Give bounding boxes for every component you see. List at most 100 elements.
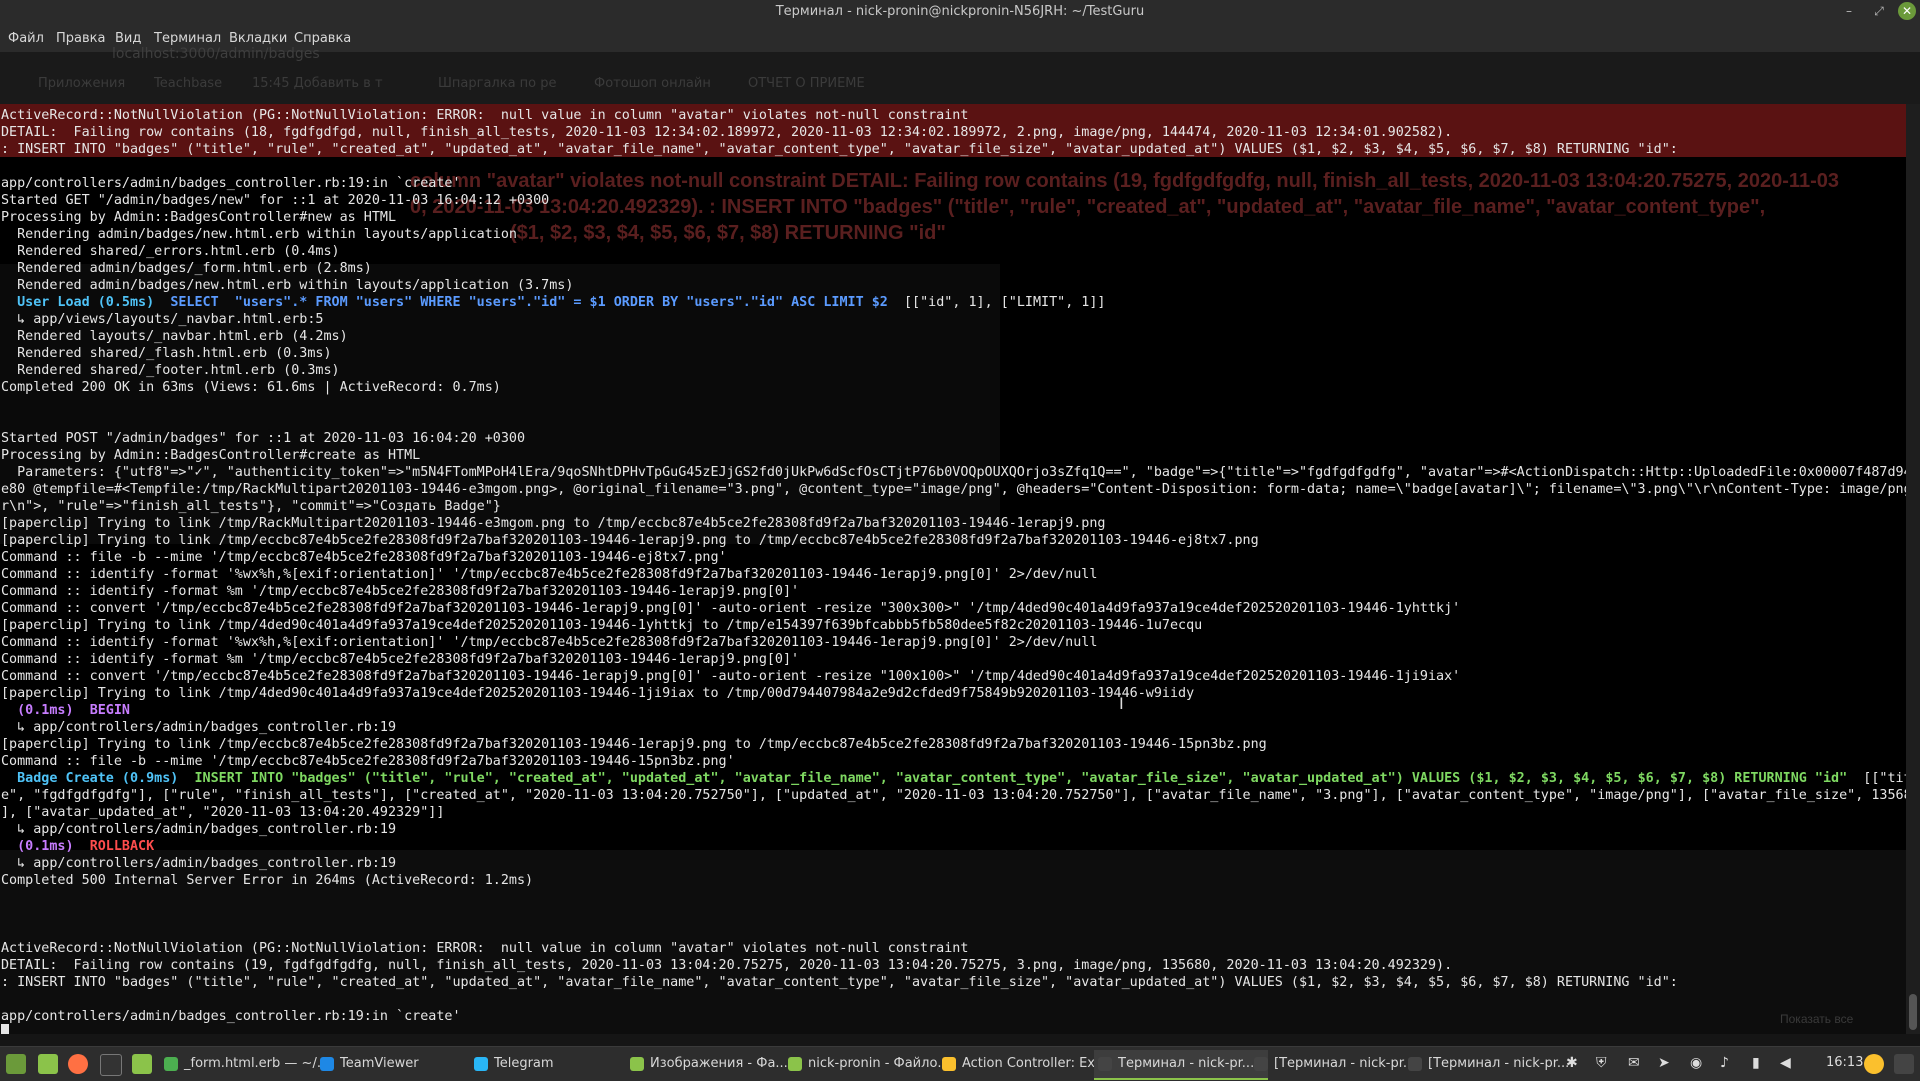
terminal-line: DETAIL: Failing row contains (18, fgdfgd… [1,125,1453,140]
taskbar-task[interactable]: Терминал - nick-pr... [1094,1050,1268,1080]
terminal-line: ActiveRecord::NotNullViolation (PG::NotN… [1,108,969,123]
window-titlebar: Терминал - nick-pronin@nickpronin-N56JRH… [0,0,1920,24]
terminal-line: DETAIL: Failing row contains (19, fgdfgd… [1,958,1453,973]
terminal-segment: Badge Create (0.9ms) [17,771,179,786]
close-button[interactable]: ✕ [1898,2,1916,20]
terminal-line: Command :: convert '/tmp/eccbc87e4b5ce2f… [1,601,1461,616]
task-label: nick-pronin - Файло... [808,1056,950,1071]
terminal-line: app/controllers/admin/badges_controller.… [1,1009,461,1024]
terminal-line: ActiveRecord::NotNullViolation (PG::NotN… [1,941,969,956]
terminal-segment [154,295,170,310]
show-desktop-icon[interactable] [38,1054,58,1074]
task-label: Терминал - nick-pr... [1118,1056,1255,1071]
terminal-segment: ROLLBACK [89,839,155,854]
firefox-icon[interactable] [68,1054,88,1074]
menu-launcher-icon[interactable] [6,1054,26,1074]
taskbar-task[interactable]: [Терминал - nick-pr... [1250,1050,1424,1078]
terminal-output[interactable]: column "avatar" violates not-null constr… [0,104,1906,1034]
terminal-line: [paperclip] Trying to link /tmp/eccbc87e… [1,737,1267,752]
task-app-icon [1254,1057,1268,1071]
terminal-line: (0.1ms) BEGIN [1,702,130,719]
terminal-line: r\n">, "rule"=>"finish_all_tests"}, "com… [1,499,501,514]
task-app-icon [1098,1057,1112,1071]
terminal-line: Rendered shared/_flash.html.erb (0.3ms) [1,346,332,361]
terminal-line: e80 @tempfile=#<Tempfile:/tmp/RackMultip… [1,482,1906,497]
terminal-segment [74,703,90,718]
ghost-bookmark: Шпаргалка по ре [438,76,557,91]
terminal-line: ↳ app/controllers/admin/badges_controlle… [1,856,397,871]
menu-file[interactable]: Файл [8,31,44,46]
clock[interactable]: 16:13 [1826,1055,1863,1070]
terminal-segment [1,295,17,310]
ghost-bookmark: 15:45 Добавить в т [252,76,383,91]
task-label: Action Controller: Ex... [962,1056,1108,1071]
taskbar-task[interactable]: _form.html.erb — ~/... [160,1050,334,1078]
terminal-segment: (0.1ms) [17,703,74,718]
chat-icon[interactable]: ✉ [1628,1055,1640,1071]
task-app-icon [788,1057,802,1071]
taskbar-task[interactable]: Изображения - Фа... [626,1050,802,1078]
terminal-segment: User Load (0.5ms) [17,295,155,310]
terminal-line: Parameters: {"utf8"=>"✓", "authenticity_… [1,465,1906,480]
terminal-launcher-icon[interactable] [100,1054,122,1076]
task-label: _form.html.erb — ~/... [184,1056,330,1071]
taskbar-task[interactable]: Telegram [470,1050,644,1078]
window-title: Терминал - nick-pronin@nickpronin-N56JRH… [775,4,1145,19]
terminal-line: (0.1ms) ROLLBACK [1,838,154,855]
task-label: [Терминал - nick-pr... [1274,1056,1416,1071]
terminal-line: [paperclip] Trying to link /tmp/eccbc87e… [1,533,1259,548]
terminal-line: ↳ app/controllers/admin/badges_controlle… [1,720,397,735]
task-app-icon [474,1057,488,1071]
telegram-tray-icon[interactable]: ➤ [1658,1055,1670,1071]
terminal-line: Rendered layouts/_navbar.html.erb (4.2ms… [1,329,348,344]
terminal-segment: (0.1ms) [17,839,74,854]
taskbar-task[interactable]: nick-pronin - Файло... [784,1050,958,1078]
terminal-tray-icon[interactable] [1894,1054,1914,1074]
terminal-segment [178,771,194,786]
terminal-line: [paperclip] Trying to link /tmp/4ded90c4… [1,618,1203,633]
terminal-line: ↳ app/views/layouts/_navbar.html.erb:5 [1,312,324,327]
terminal-line: : INSERT INTO "badges" ("title", "rule",… [1,142,1678,157]
battery-icon[interactable]: ▮ [1752,1055,1760,1071]
terminal-line: ], ["avatar_updated_at", "2020-11-03 13:… [1,805,445,820]
scrollbar-thumb[interactable] [1909,994,1917,1030]
task-app-icon [942,1057,956,1071]
task-label: [Терминал - nick-pr... [1428,1056,1570,1071]
task-app-icon [164,1057,178,1071]
terminal-line: Completed 500 Internal Server Error in 2… [1,873,534,888]
terminal-line: Rendered shared/_footer.html.erb (0.3ms) [1,363,340,378]
menu-terminal[interactable]: Терминал [154,31,221,46]
shield-icon[interactable]: ⛨ [1596,1055,1607,1071]
menu-view[interactable]: Вид [115,31,141,46]
wifi-icon[interactable]: ◉ [1690,1055,1702,1071]
maximize-button[interactable]: ⤢ [1870,2,1888,20]
menu-help[interactable]: Справка [294,31,351,46]
terminal-line: Command :: identify -format %m '/tmp/ecc… [1,652,800,667]
menu-edit[interactable]: Правка [56,31,105,46]
bell-icon[interactable]: ♪ [1720,1055,1729,1071]
chrome-tray-icon[interactable] [1864,1054,1884,1074]
terminal-scrollbar[interactable] [1906,104,1920,1034]
files-launcher-icon[interactable] [132,1054,152,1074]
ghost-bookmark: Teachbase [154,76,223,91]
taskbar-task[interactable]: [Терминал - nick-pr... [1404,1050,1578,1078]
terminal-line: Processing by Admin::BadgesController#ne… [1,210,397,225]
volume-icon[interactable]: ◀ [1780,1055,1791,1071]
terminal-line: Rendered admin/badges/new.html.erb withi… [1,278,574,293]
terminal-line: Rendered admin/badges/_form.html.erb (2.… [1,261,372,276]
taskbar-task[interactable]: Action Controller: Ex... [938,1050,1114,1078]
terminal-segment: INSERT INTO "badges" ("title", "rule", "… [194,771,1848,786]
terminal-line: Command :: convert '/tmp/eccbc87e4b5ce2f… [1,669,1461,684]
terminal-line: Command :: identify -format '%wx%h,%[exi… [1,567,1098,582]
taskbar-task[interactable]: TeamViewer [316,1050,488,1078]
terminal-line: Badge Create (0.9ms) INSERT INTO "badges… [1,770,1906,787]
terminal-line: Command :: identify -format %m '/tmp/ecc… [1,584,800,599]
terminal-line: User Load (0.5ms) SELECT "users".* FROM … [1,294,1105,311]
menu-tabs[interactable]: Вкладки [229,31,287,46]
terminal-segment: BEGIN [89,703,130,718]
ghost-error-text: column "avatar" violates not-null constr… [410,170,1839,192]
terminal-segment [1,771,17,786]
task-label: Изображения - Фа... [650,1056,788,1071]
minimize-button[interactable]: – [1840,2,1858,20]
bluetooth-icon[interactable]: ✱ [1566,1055,1578,1071]
